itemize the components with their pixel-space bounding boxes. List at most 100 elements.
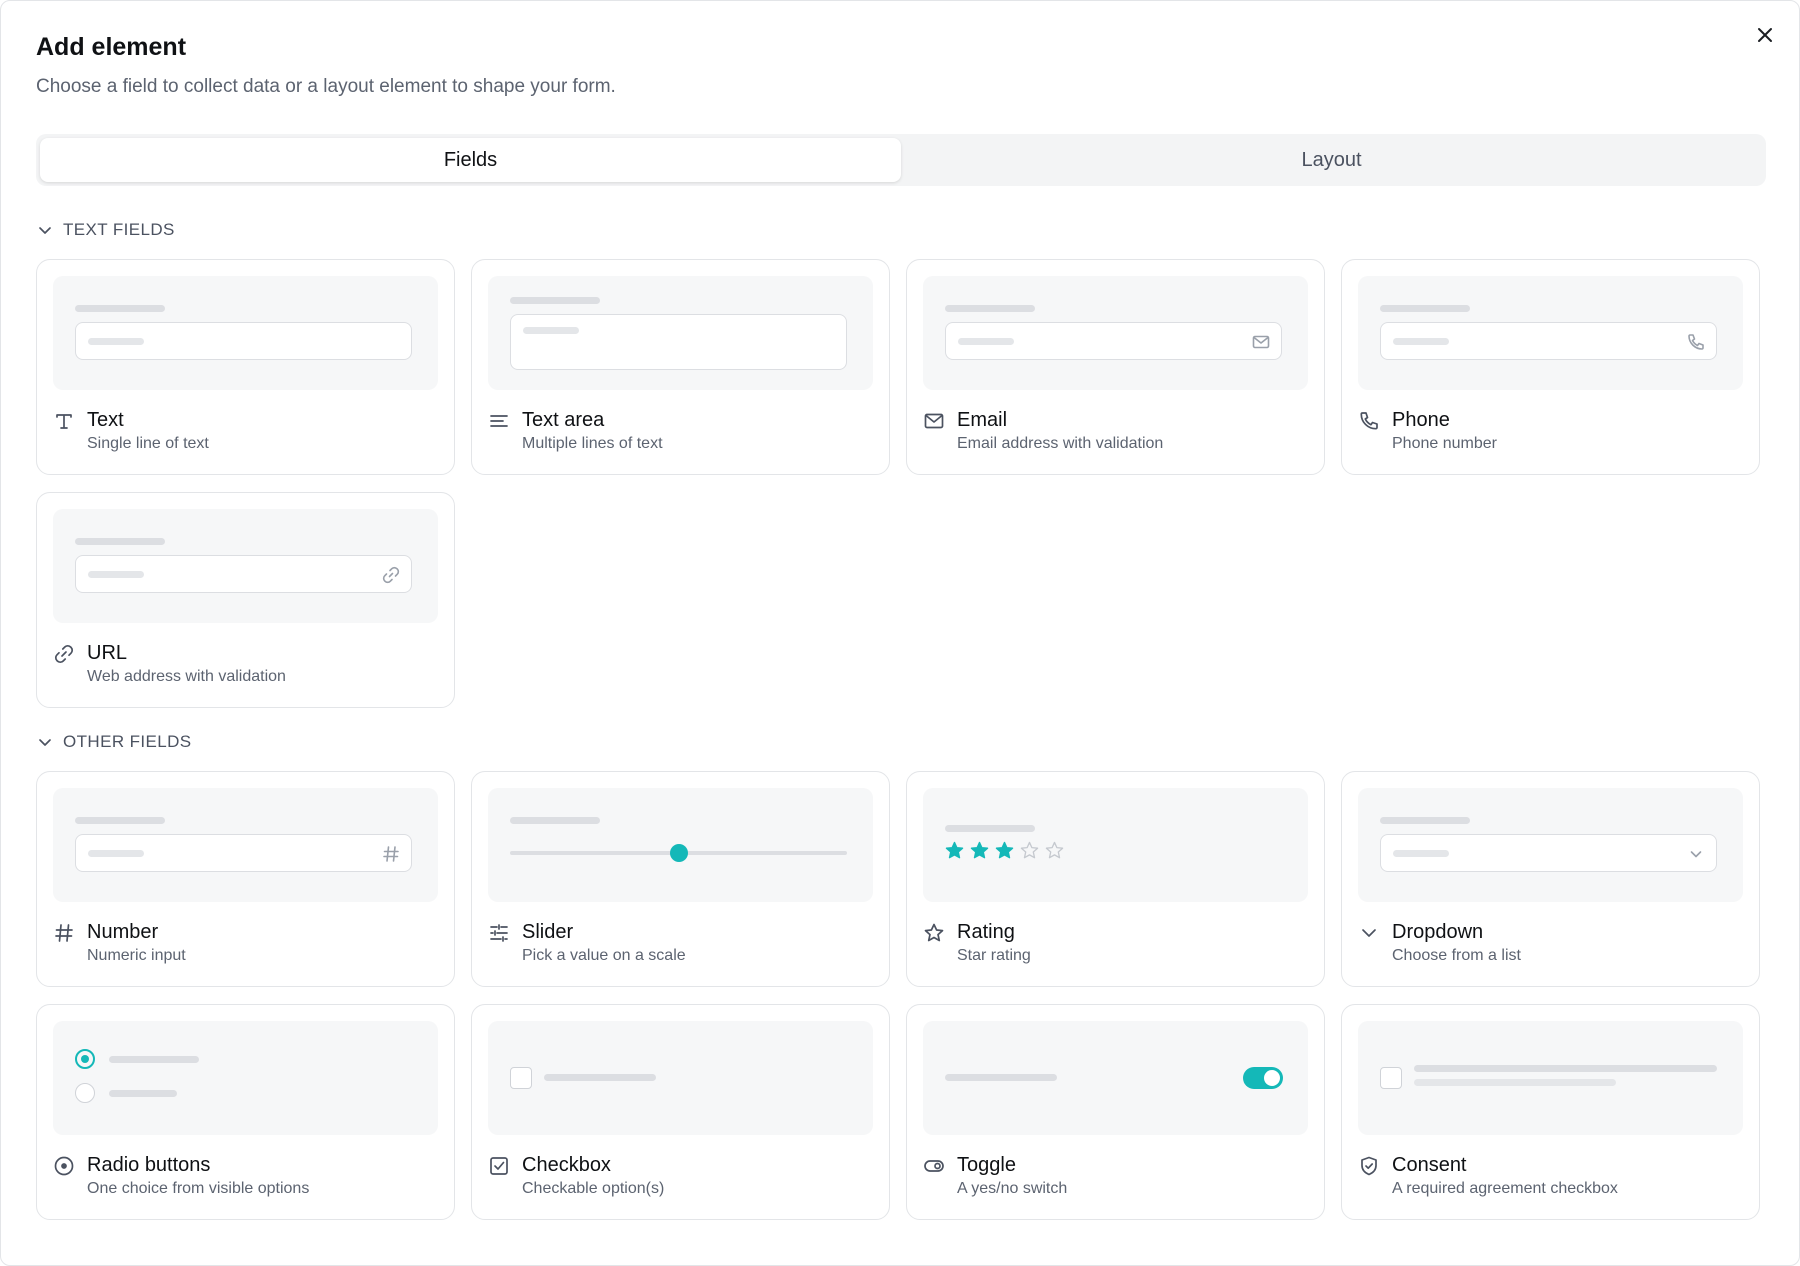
link-icon xyxy=(54,644,74,664)
preview-option-bar xyxy=(109,1056,199,1063)
card-title: URL xyxy=(87,642,128,664)
preview-checkbox xyxy=(1380,1067,1402,1089)
card-meta: Slider Pick a value on a scale xyxy=(488,920,686,967)
card-radio[interactable]: Radio buttons One choice from visible op… xyxy=(36,1004,455,1220)
text-fields-grid: Text Single line of text Text area Multi… xyxy=(36,259,1760,708)
preview-toggle-switch xyxy=(1243,1067,1283,1089)
mail-icon xyxy=(1252,335,1270,349)
hash-icon xyxy=(383,846,399,862)
card-text[interactable]: Text Single line of text xyxy=(36,259,455,475)
card-title: Text xyxy=(87,409,124,431)
card-textarea[interactable]: Text area Multiple lines of text xyxy=(471,259,890,475)
toggle-icon xyxy=(924,1160,944,1172)
card-preview xyxy=(488,788,873,902)
preview-placeholder-bar xyxy=(88,850,144,857)
card-meta: URL Web address with validation xyxy=(53,641,286,688)
card-checkbox[interactable]: Checkbox Checkable option(s) xyxy=(471,1004,890,1220)
preview-input xyxy=(75,834,412,872)
section-header-text-fields[interactable]: TEXT FIELDS xyxy=(37,220,175,240)
card-preview xyxy=(53,788,438,902)
preview-toggle-knob xyxy=(1264,1070,1280,1086)
card-meta: Number Numeric input xyxy=(53,920,186,967)
card-url[interactable]: URL Web address with validation xyxy=(36,492,455,708)
radio-icon xyxy=(54,1156,74,1176)
preview-select xyxy=(1380,834,1717,872)
card-phone[interactable]: Phone Phone number xyxy=(1341,259,1760,475)
star-empty-icon xyxy=(1020,841,1039,859)
card-title: Consent xyxy=(1392,1154,1467,1176)
preview-label-bar xyxy=(1380,305,1470,312)
card-rating[interactable]: Rating Star rating xyxy=(906,771,1325,987)
tab-layout[interactable]: Layout xyxy=(901,138,1762,182)
card-meta: Toggle A yes/no switch xyxy=(923,1153,1067,1200)
card-preview xyxy=(488,1021,873,1135)
section-label: TEXT FIELDS xyxy=(63,220,175,239)
card-meta: Rating Star rating xyxy=(923,920,1031,967)
card-preview xyxy=(53,1021,438,1135)
card-meta: Phone Phone number xyxy=(1358,408,1497,455)
preview-rating-stars xyxy=(945,841,1064,860)
preview-placeholder-bar xyxy=(88,338,144,345)
card-title: Number xyxy=(87,921,159,943)
preview-slider-thumb xyxy=(669,844,688,862)
card-description: Star rating xyxy=(957,947,1031,964)
card-slider[interactable]: Slider Pick a value on a scale xyxy=(471,771,890,987)
preview-placeholder-bar xyxy=(1393,338,1449,345)
card-description: One choice from visible options xyxy=(87,1180,310,1197)
card-number[interactable]: Number Numeric input xyxy=(36,771,455,987)
preview-label-bar xyxy=(75,817,165,824)
preview-radio-dot xyxy=(81,1055,89,1063)
section-label: OTHER FIELDS xyxy=(63,732,192,751)
link-icon xyxy=(382,566,400,584)
preview-label-bar xyxy=(75,538,165,545)
card-title: Toggle xyxy=(957,1154,1016,1176)
card-meta: Checkbox Checkable option(s) xyxy=(488,1153,664,1200)
card-meta: Dropdown Choose from a list xyxy=(1358,920,1521,967)
star-empty-icon xyxy=(1045,841,1064,859)
card-dropdown[interactable]: Dropdown Choose from a list xyxy=(1341,771,1760,987)
card-description: Choose from a list xyxy=(1392,947,1521,964)
preview-input xyxy=(945,322,1282,360)
dialog-subtitle: Choose a field to collect data or a layo… xyxy=(36,76,616,97)
card-preview xyxy=(923,1021,1308,1135)
shield-check-icon xyxy=(1361,1156,1377,1176)
preview-label-bar xyxy=(75,305,165,312)
card-preview xyxy=(923,276,1308,390)
text-icon xyxy=(56,414,72,429)
preview-label-bar xyxy=(510,297,600,304)
card-consent[interactable]: Consent A required agreement checkbox xyxy=(1341,1004,1760,1220)
card-description: A yes/no switch xyxy=(957,1180,1068,1197)
preview-placeholder-bar xyxy=(1393,850,1449,857)
preview-label-bar xyxy=(1380,817,1470,824)
preview-label-bar xyxy=(510,817,600,824)
card-title: Email xyxy=(957,409,1008,431)
add-element-dialog: Add element Choose a field to collect da… xyxy=(0,0,1800,1266)
preview-input xyxy=(1380,322,1717,360)
preview-input xyxy=(75,555,412,593)
preview-option-bar xyxy=(544,1074,656,1081)
tab-bar: Fields Layout xyxy=(36,134,1766,186)
section-header-other-fields[interactable]: OTHER FIELDS xyxy=(37,732,192,752)
tab-fields[interactable]: Fields xyxy=(40,138,901,182)
card-meta: Text area Multiple lines of text xyxy=(488,408,663,455)
dialog-title: Add element xyxy=(36,33,187,61)
preview-radio-selected xyxy=(75,1049,95,1069)
card-description: Web address with validation xyxy=(87,668,286,685)
card-preview xyxy=(1358,788,1743,902)
card-meta: Text Single line of text xyxy=(53,408,209,455)
chevron-down-icon xyxy=(39,227,51,234)
star-filled-icon xyxy=(995,841,1014,859)
card-email[interactable]: Email Email address with validation xyxy=(906,259,1325,475)
preview-placeholder-bar xyxy=(958,338,1014,345)
card-toggle[interactable]: Toggle A yes/no switch xyxy=(906,1004,1325,1220)
star-filled-icon xyxy=(945,841,964,859)
card-description: Single line of text xyxy=(87,435,209,452)
card-title: Checkbox xyxy=(522,1154,611,1176)
close-button[interactable] xyxy=(1753,23,1777,47)
card-description: A required agreement checkbox xyxy=(1392,1180,1618,1197)
card-preview xyxy=(53,276,438,390)
preview-consent-line xyxy=(1414,1065,1717,1072)
preview-label-bar xyxy=(945,825,1035,832)
phone-icon xyxy=(1360,412,1378,430)
checkbox-icon xyxy=(490,1157,508,1175)
